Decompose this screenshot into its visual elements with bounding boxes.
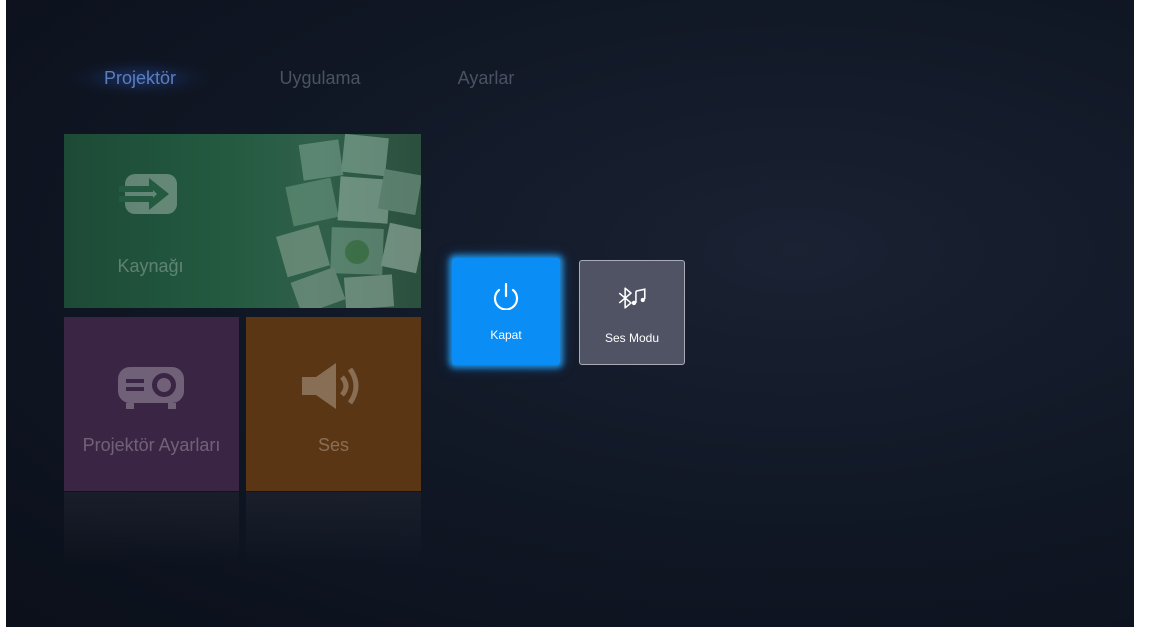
sound-mode-button[interactable]: Ses Modu [579, 260, 685, 365]
source-tile[interactable]: Kaynağı [64, 134, 421, 308]
photo-collage-decoration [276, 134, 421, 308]
sound-tile-label: Ses [317, 435, 350, 455]
power-off-label: Kapat [490, 328, 522, 342]
source-tile-label: Kaynağı [117, 256, 184, 276]
projector-icon [118, 367, 184, 409]
tab-projector[interactable]: Projektör [70, 60, 210, 96]
bluetooth-music-icon [618, 287, 646, 309]
power-icon [493, 282, 519, 310]
projector-settings-label: Projektör Ayarları [82, 435, 221, 455]
tab-settings[interactable]: Ayarlar [426, 60, 546, 96]
sound-mode-label: Ses Modu [604, 331, 660, 345]
tab-applications[interactable]: Uygulama [240, 60, 400, 96]
speaker-icon [302, 363, 359, 409]
empty-tile-right [246, 492, 421, 564]
sound-tile[interactable]: Ses [246, 317, 421, 491]
projector-home-screen: Projektör Uygulama Ayarlar Kaynağı Proje… [6, 0, 1134, 627]
projector-settings-tile[interactable]: Projektör Ayarları [64, 317, 239, 491]
power-off-button[interactable]: Kapat [452, 258, 560, 365]
empty-tile-left [64, 492, 239, 564]
input-source-icon [119, 174, 177, 214]
